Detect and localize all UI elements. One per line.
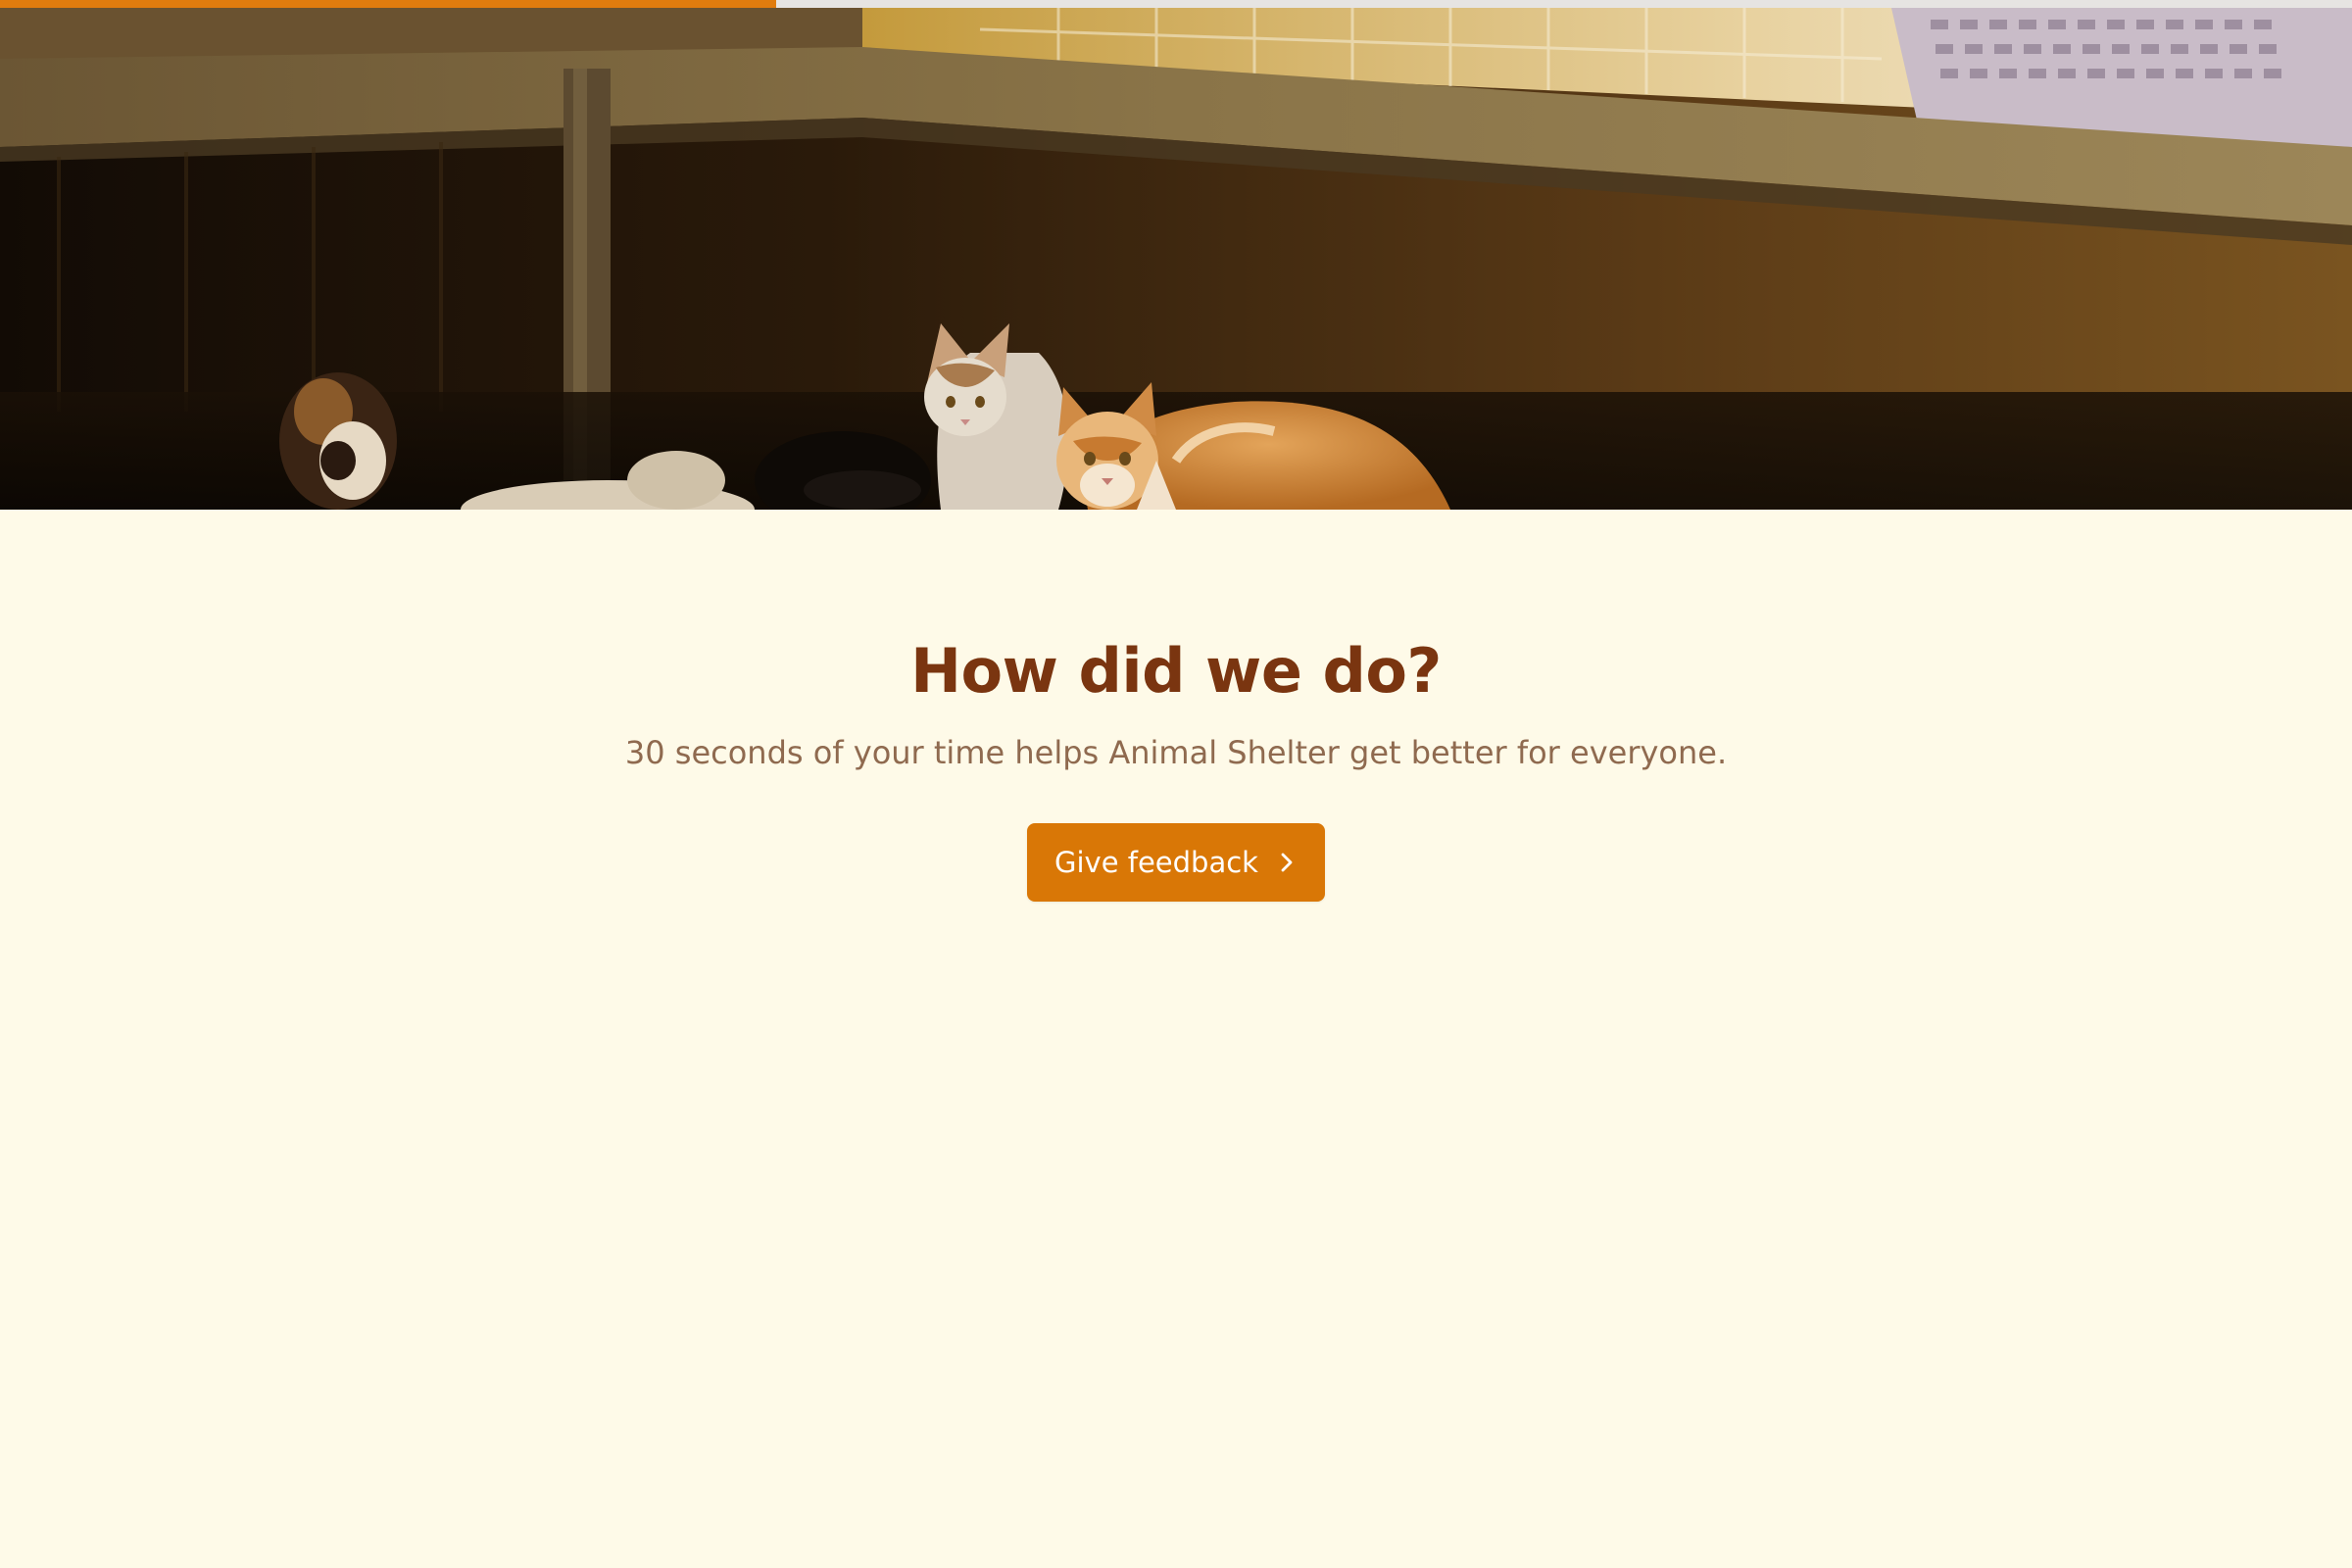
cats-in-shelter-photo: [0, 0, 2352, 510]
chevron-right-icon: [1276, 851, 1298, 874]
progress-bar: [0, 0, 2352, 8]
hero-image: [0, 0, 2352, 510]
page-title: How did we do?: [910, 635, 1442, 707]
give-feedback-button[interactable]: Give feedback: [1027, 822, 1325, 902]
page-subtitle: 30 seconds of your time helps Animal She…: [624, 734, 1728, 772]
progress-bar-fill: [0, 0, 776, 8]
feedback-section: How did we do? 30 seconds of your time h…: [0, 510, 2352, 902]
survey-page: How did we do? 30 seconds of your time h…: [0, 0, 2352, 1568]
give-feedback-button-label: Give feedback: [1054, 845, 1258, 879]
